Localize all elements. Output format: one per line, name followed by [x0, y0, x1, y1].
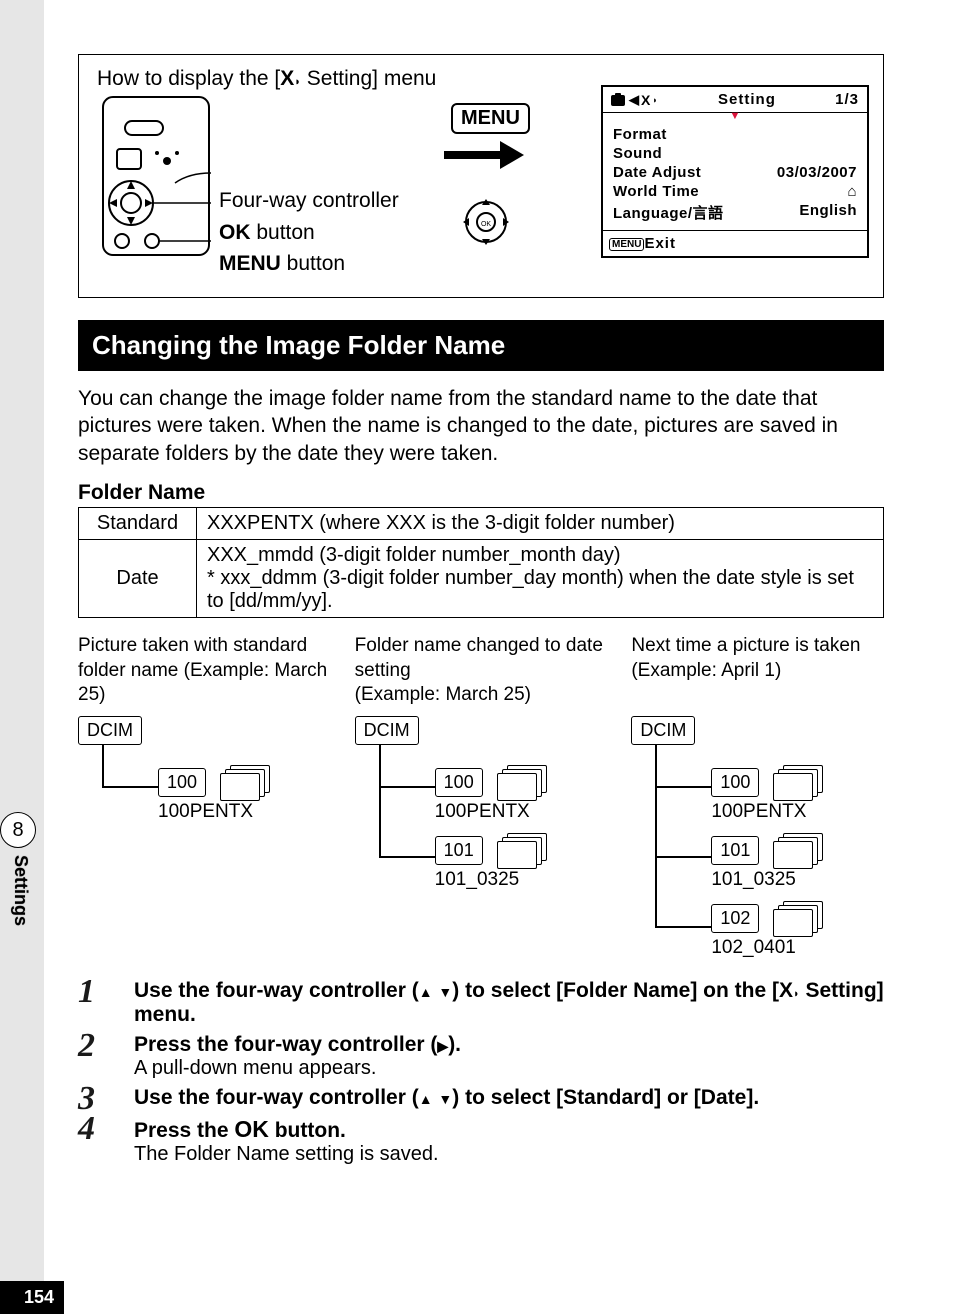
- chapter-number-tab: 8: [0, 812, 36, 848]
- step-item: Press the OK button. The Folder Name set…: [78, 1116, 884, 1166]
- folder-stack-icon: [773, 901, 823, 937]
- step-note: The Folder Name setting is saved.: [134, 1143, 884, 1166]
- tree-title: Folder name changed to date setting (Exa…: [355, 634, 608, 716]
- wrench-icon: X: [641, 92, 651, 108]
- folder-name: 100PENTX: [435, 801, 608, 823]
- howto-box: How to display the [X◗ Setting] menu: [78, 54, 884, 298]
- screen-row: Date Adjust03/03/2007: [613, 163, 857, 182]
- folder-node: DCIM: [631, 716, 695, 745]
- tree-title: Picture taken with standard folder name …: [78, 634, 331, 716]
- down-triangle-icon: ▼: [438, 1091, 452, 1107]
- intro-paragraph: You can change the image folder name fro…: [78, 385, 884, 467]
- step-note: A pull-down menu appears.: [134, 1057, 884, 1080]
- menu-label-bold: MENU: [219, 252, 281, 275]
- folder-node: 100: [435, 768, 483, 797]
- folder-node: 101: [711, 836, 759, 865]
- table-heading: Folder Name: [78, 481, 884, 505]
- fourway-label: Four-way controller: [219, 185, 399, 217]
- mini-menu-badge: MENU: [609, 238, 644, 251]
- side-margin: [0, 0, 44, 1314]
- table-cell: Standard: [79, 507, 197, 539]
- down-triangle-icon: ▼: [438, 984, 452, 1000]
- folder-node: DCIM: [355, 716, 419, 745]
- ok-label-rest: button: [251, 221, 315, 244]
- svg-text:OK: OK: [481, 221, 491, 228]
- tree-column: Folder name changed to date setting (Exa…: [355, 634, 608, 959]
- section-title-bar: Changing the Image Folder Name: [78, 320, 884, 371]
- folder-stack-icon: [497, 833, 547, 869]
- screen-footer: MENUExit: [603, 230, 867, 256]
- menu-label-rest: button: [281, 252, 345, 275]
- step-item: Press the four-way controller (▶). A pul…: [78, 1033, 884, 1080]
- settings-screen: ◀ X◗ Setting 1/3 ▼ Format Sound Date Adj…: [601, 85, 869, 258]
- wrench-icon: X: [779, 979, 793, 1003]
- folder-node: 101: [435, 836, 483, 865]
- folder-name: 101_0325: [435, 869, 608, 891]
- folder-name-table: Standard XXXPENTX (where XXX is the 3-di…: [78, 507, 884, 618]
- chapter-label: Settings: [10, 855, 31, 926]
- camera-diagram: [97, 91, 217, 261]
- step-item: Use the four-way controller (▲ ▼) to sel…: [78, 979, 884, 1027]
- screen-title: Setting: [659, 91, 835, 108]
- folder-stack-icon: [773, 765, 823, 801]
- step-item: Use the four-way controller (▲ ▼) to sel…: [78, 1086, 884, 1110]
- dpad-icon: OK: [459, 195, 514, 250]
- table-cell: XXXPENTX (where XXX is the 3-digit folde…: [197, 507, 884, 539]
- folder-node: DCIM: [78, 716, 142, 745]
- screen-row: Format: [613, 125, 857, 144]
- folder-node: 100: [158, 768, 206, 797]
- folder-name: 101_0325: [711, 869, 884, 891]
- folder-tree-diagrams: Picture taken with standard folder name …: [78, 634, 884, 959]
- folder-stack-icon: [220, 765, 270, 801]
- tree-column: Picture taken with standard folder name …: [78, 634, 331, 959]
- folder-node: 100: [711, 768, 759, 797]
- folder-node: 102: [711, 904, 759, 933]
- folder-name: 102_0401: [711, 937, 884, 959]
- screen-page-indicator: 1/3: [835, 91, 859, 108]
- camera-icon: [611, 95, 625, 106]
- tree-column: Next time a picture is taken (Example: A…: [631, 634, 884, 959]
- folder-name: 100PENTX: [158, 801, 331, 823]
- arrow-right-icon: [444, 145, 534, 165]
- page-number: 154: [0, 1281, 64, 1314]
- tree-title: Next time a picture is taken (Example: A…: [631, 634, 884, 716]
- screen-row: Language/言語English: [613, 201, 857, 224]
- screen-row: World Time⌂: [613, 182, 857, 201]
- folder-stack-icon: [773, 833, 823, 869]
- up-triangle-icon: ▲: [419, 984, 433, 1000]
- ok-label-bold: OK: [219, 221, 251, 244]
- folder-name: 100PENTX: [711, 801, 884, 823]
- folder-stack-icon: [497, 765, 547, 801]
- right-triangle-icon: ▶: [437, 1038, 448, 1054]
- screen-row: Sound: [613, 144, 857, 163]
- table-cell: Date: [79, 539, 197, 617]
- home-icon: ⌂: [847, 183, 857, 200]
- up-triangle-icon: ▲: [419, 1091, 433, 1107]
- steps-list: Use the four-way controller (▲ ▼) to sel…: [78, 979, 884, 1166]
- control-labels: Four-way controller OK button MENU butto…: [219, 185, 399, 280]
- ok-label: OK: [234, 1116, 269, 1142]
- wrench-icon: X: [280, 67, 294, 91]
- table-cell: XXX_mmdd (3-digit folder number_month da…: [197, 539, 884, 617]
- menu-button-badge: MENU: [451, 103, 530, 134]
